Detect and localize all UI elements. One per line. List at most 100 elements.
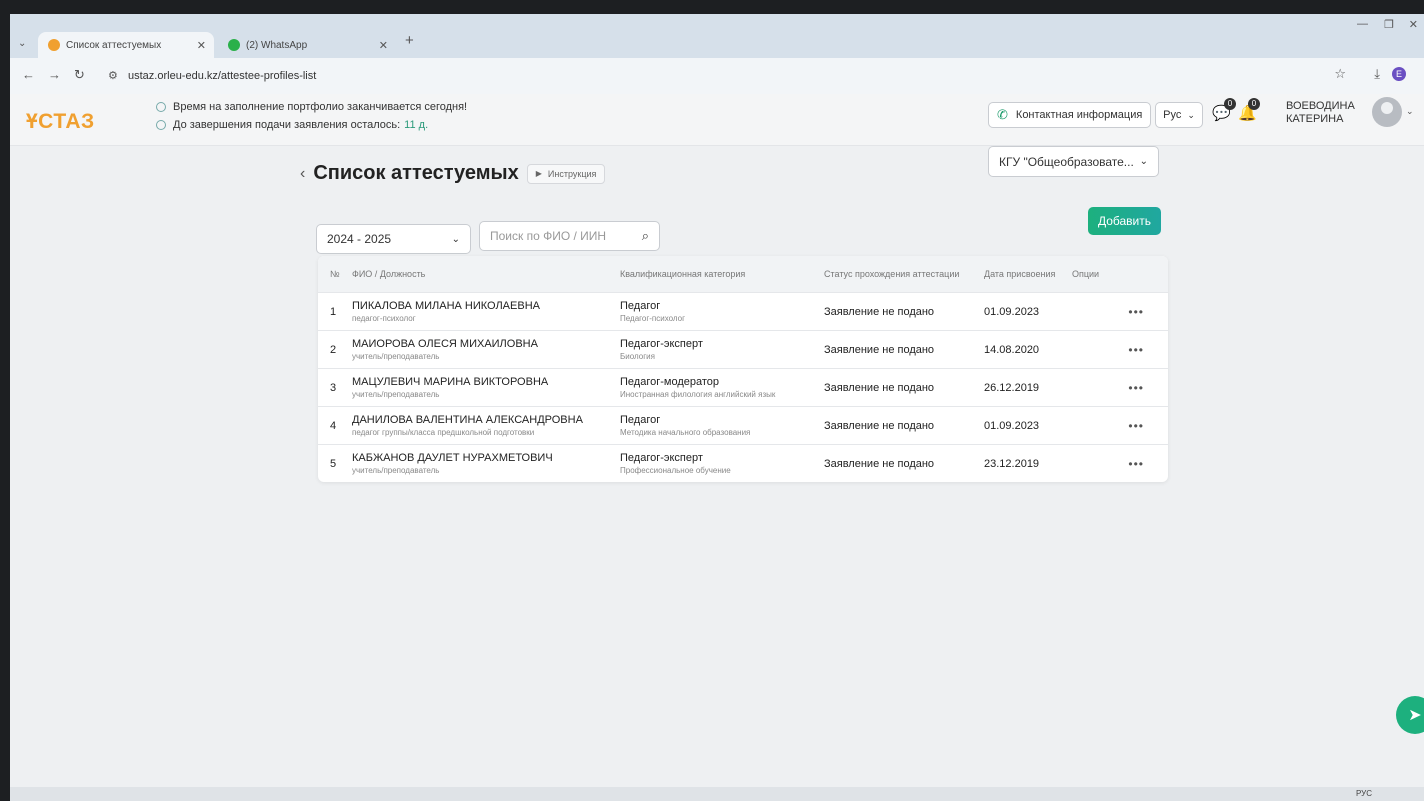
add-button[interactable]: Добавить <box>1088 207 1161 235</box>
header-name: ФИО / Должность <box>352 269 426 279</box>
category-name: Педагог-модератор <box>620 376 719 388</box>
back-arrow-icon[interactable]: ← <box>22 67 35 82</box>
row-num: 1 <box>330 305 337 318</box>
row-category-cell: Педагог-модератор Иностранная филология … <box>620 376 824 399</box>
notice-text: До завершения подачи заявления осталось: <box>173 119 401 131</box>
header-num: № <box>330 269 340 279</box>
table-row[interactable]: 1 ПИКАЛОВА МИЛАНА НИКОЛАЕВНА педагог-пси… <box>318 292 1168 330</box>
os-taskbar: РУС <box>10 787 1424 801</box>
header-category: Квалификационная категория <box>620 269 746 279</box>
more-options-icon[interactable]: ••• <box>1128 419 1144 433</box>
organization-select[interactable]: КГУ "Общеобразовате... ⌄ <box>988 146 1159 177</box>
search-box: ⌕ <box>479 221 660 251</box>
table-row[interactable]: 5 КАБЖАНОВ ДАУЛЕТ НУРАХМЕТОВИЧ учитель/п… <box>318 444 1168 482</box>
table-header: № ФИО / Должность Квалификационная катег… <box>318 256 1168 292</box>
ustaz-logo[interactable]: ҰСТАЗ <box>26 110 95 134</box>
attestee-position: педагог группы/класса предшкольной подго… <box>352 428 535 437</box>
row-category-cell: Педагог Педагог-психолог <box>620 300 824 323</box>
more-options-icon[interactable]: ••• <box>1128 381 1144 395</box>
attestee-name[interactable]: МАЦУЛЕВИЧ МАРИНА ВИКТОРОВНА <box>352 376 620 388</box>
row-category-cell: Педагог-эксперт Профессиональное обучени… <box>620 452 824 475</box>
user-name[interactable]: ВОЕВОДИНА КАТЕРИНА <box>1286 100 1355 126</box>
tab-list-icon[interactable]: ⌄ <box>18 38 26 49</box>
row-num: 2 <box>330 343 337 356</box>
year-value: 2024 - 2025 <box>327 232 392 246</box>
academic-year-select[interactable]: 2024 - 2025 ⌄ <box>316 224 471 254</box>
download-icon[interactable]: ⤓ <box>1374 66 1380 82</box>
row-status: Заявление не подано <box>824 419 935 432</box>
more-options-icon[interactable]: ••• <box>1128 457 1144 471</box>
language-select[interactable]: Рус ⌄ <box>1155 102 1203 128</box>
url-field[interactable]: ustaz.orleu-edu.kz/attestee-profiles-lis… <box>128 70 316 82</box>
new-tab-icon[interactable]: + <box>405 32 414 49</box>
organization-value: КГУ "Общеобразовате... <box>999 154 1134 169</box>
category-subject: Биология <box>620 352 655 361</box>
row-category-cell: Педагог Методика начального образования <box>620 414 824 437</box>
row-status: Заявление не подано <box>824 305 935 318</box>
tab-attestees[interactable]: Список аттестуемых ✕ <box>38 32 214 58</box>
contact-info-button[interactable]: ✆ Контактная информация <box>988 102 1152 128</box>
reload-icon[interactable]: ↻ <box>74 67 85 83</box>
row-status: Заявление не подано <box>824 343 935 356</box>
notice-text: Время на заполнение портфолио заканчивае… <box>173 101 468 113</box>
row-date: 14.08.2020 <box>984 343 1040 356</box>
minimize-icon[interactable]: — <box>1357 18 1368 30</box>
user-name-line2: КАТЕРИНА <box>1286 113 1344 125</box>
chevron-down-icon[interactable]: ⌄ <box>1406 106 1414 117</box>
close-tab-icon[interactable]: ✕ <box>197 39 206 52</box>
table-row[interactable]: 2 МАИОРОВА ОЛЕСЯ МИХАИЛОВНА учитель/преп… <box>318 330 1168 368</box>
bookmark-star-icon[interactable]: ☆ <box>1334 66 1346 82</box>
close-window-icon[interactable]: ✕ <box>1409 18 1418 31</box>
browser-profile-icon[interactable]: E <box>1392 67 1406 81</box>
tab-label: Список аттестуемых <box>66 39 162 51</box>
attestee-name[interactable]: ПИКАЛОВА МИЛАНА НИКОЛАЕВНА <box>352 300 620 312</box>
header-options: Опции <box>1072 269 1100 279</box>
back-chevron-icon[interactable]: ‹ <box>300 165 305 183</box>
table-row[interactable]: 3 МАЦУЛЕВИЧ МАРИНА ВИКТОРОВНА учитель/пр… <box>318 368 1168 406</box>
attestee-name[interactable]: КАБЖАНОВ ДАУЛЕТ НУРАХМЕТОВИЧ <box>352 452 620 464</box>
forward-arrow-icon[interactable]: → <box>48 67 61 82</box>
tab-label: (2) WhatsApp <box>246 39 308 51</box>
row-name-cell: КАБЖАНОВ ДАУЛЕТ НУРАХМЕТОВИЧ учитель/пре… <box>352 452 620 475</box>
portfolio-deadline-notice: Время на заполнение портфолио заканчивае… <box>156 101 467 113</box>
attestee-position: учитель/преподаватель <box>352 466 440 475</box>
clock-icon <box>156 120 166 130</box>
user-name-line1: ВОЕВОДИНА <box>1286 100 1355 112</box>
page-title: Список аттестуемых <box>313 162 519 184</box>
more-options-icon[interactable]: ••• <box>1128 305 1144 319</box>
search-input[interactable] <box>490 229 642 243</box>
header-status: Статус прохождения аттестации <box>824 269 960 279</box>
table-row[interactable]: 4 ДАНИЛОВА ВАЛЕНТИНА АЛЕКСАНДРОВНА педаг… <box>318 406 1168 444</box>
telegram-support-button[interactable]: ➤ <box>1396 696 1424 734</box>
close-tab-icon[interactable]: ✕ <box>379 39 388 52</box>
category-name: Педагог <box>620 414 661 426</box>
attestee-name[interactable]: МАИОРОВА ОЛЕСЯ МИХАИЛОВНА <box>352 338 620 350</box>
row-name-cell: МАЦУЛЕВИЧ МАРИНА ВИКТОРОВНА учитель/преп… <box>352 376 620 399</box>
header-date: Дата присвоения <box>984 269 1056 279</box>
category-name: Педагог-эксперт <box>620 452 703 464</box>
tab-whatsapp[interactable]: (2) WhatsApp ✕ <box>218 32 396 58</box>
taskbar-language[interactable]: РУС <box>1356 789 1372 798</box>
row-date: 01.09.2023 <box>984 305 1040 318</box>
clock-icon <box>156 102 166 112</box>
category-name: Педагог <box>620 300 661 312</box>
page-title-row: ‹ Список аттестуемых ▶ Инструкция <box>300 162 606 185</box>
row-category-cell: Педагог-эксперт Биология <box>620 338 824 361</box>
chevron-down-icon: ⌄ <box>1139 156 1148 167</box>
address-bar: ← → ↻ ⚙ ustaz.orleu-edu.kz/attestee-prof… <box>10 58 1424 94</box>
attestee-position: педагог-психолог <box>352 314 416 323</box>
category-subject: Профессиональное обучение <box>620 466 731 475</box>
whatsapp-favicon-icon <box>228 39 240 51</box>
search-icon[interactable]: ⌕ <box>642 228 649 244</box>
maximize-icon[interactable]: ❐ <box>1384 18 1394 31</box>
more-options-icon[interactable]: ••• <box>1128 343 1144 357</box>
row-num: 5 <box>330 457 337 470</box>
instruction-button[interactable]: ▶ Инструкция <box>526 163 606 184</box>
chevron-down-icon: ⌄ <box>1187 109 1195 120</box>
row-name-cell: ПИКАЛОВА МИЛАНА НИКОЛАЕВНА педагог-психо… <box>352 300 620 323</box>
row-date: 01.09.2023 <box>984 419 1040 432</box>
row-date: 23.12.2019 <box>984 457 1040 470</box>
avatar[interactable] <box>1372 97 1402 127</box>
site-settings-icon[interactable]: ⚙ <box>108 69 118 82</box>
attestee-name[interactable]: ДАНИЛОВА ВАЛЕНТИНА АЛЕКСАНДРОВНА <box>352 414 620 426</box>
